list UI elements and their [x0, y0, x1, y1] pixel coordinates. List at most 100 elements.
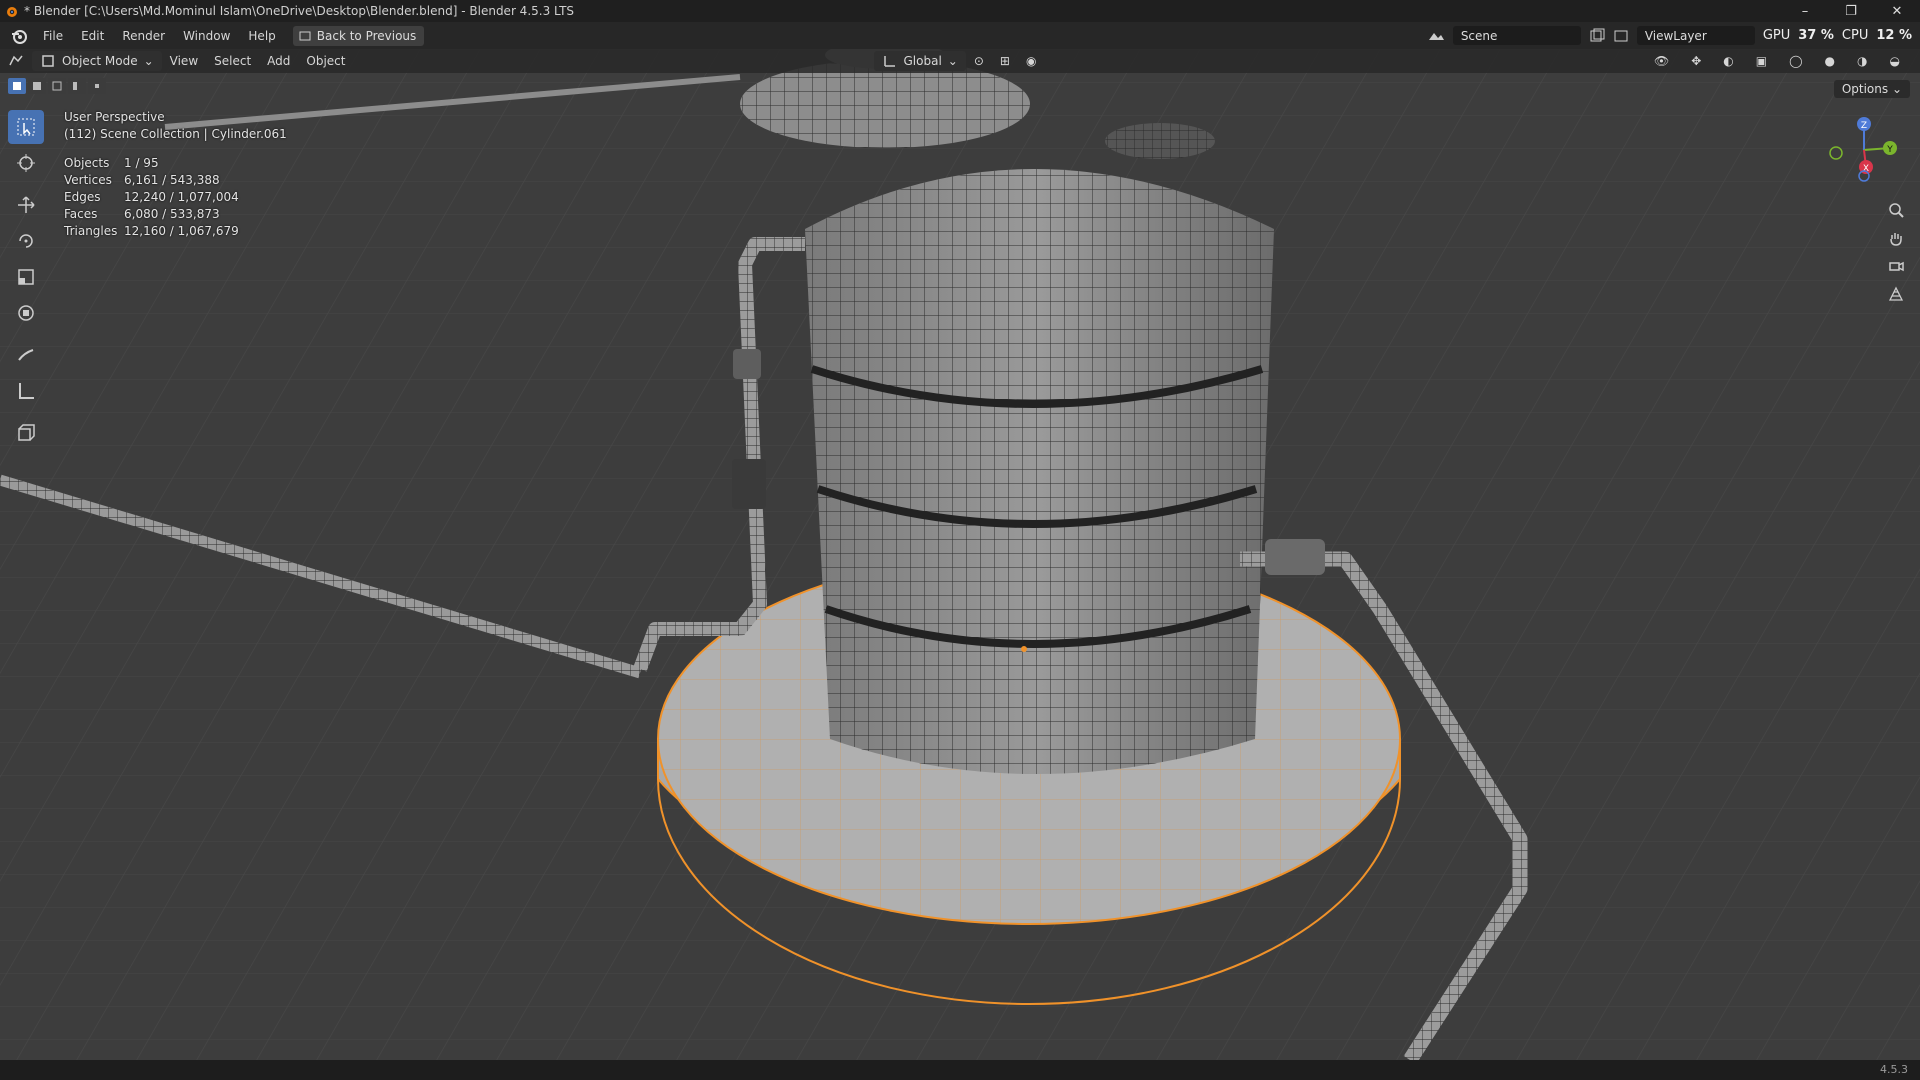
pivot-point-icon[interactable]: ⊙ — [966, 54, 992, 68]
gizmo-neg-y[interactable] — [1829, 146, 1843, 160]
select-box-tool[interactable] — [8, 110, 44, 144]
material-shading-icon[interactable]: ◑ — [1849, 54, 1875, 68]
object-origin — [1021, 646, 1027, 652]
new-scene-icon[interactable] — [1589, 28, 1605, 44]
select-new-mode[interactable] — [8, 78, 26, 94]
pan-hand-icon[interactable] — [1884, 224, 1908, 252]
select-intersect-mode[interactable] — [88, 78, 106, 94]
viewlayer-selector[interactable]: ViewLayer — [1636, 26, 1755, 45]
select-extend-mode[interactable] — [28, 78, 46, 94]
rendered-shading-icon[interactable]: ◒ — [1882, 54, 1908, 68]
camera-view-icon[interactable] — [1884, 252, 1908, 280]
gpu-label: GPU — [1762, 28, 1791, 43]
scene-statistics: Objects 1 / 95 Vertices 6,161 / 543,388 Ed… — [64, 156, 287, 241]
options-label: Options — [1841, 82, 1889, 96]
scene-name: Scene — [1460, 28, 1498, 43]
stat-label: Triangles — [64, 224, 118, 238]
mode-dropdown[interactable]: Object Mode ⌄ — [32, 51, 162, 71]
annotate-icon — [18, 349, 34, 361]
options-dropdown[interactable]: Options ⌄ — [1833, 80, 1910, 98]
scene-selector[interactable]: Scene — [1452, 26, 1581, 45]
visibility-icon[interactable]: 👁 — [1646, 54, 1677, 68]
editor-type-button[interactable] — [0, 53, 32, 69]
annotate-tool[interactable] — [8, 338, 44, 372]
scale-tool[interactable] — [8, 260, 44, 294]
cursor-tool[interactable] — [8, 146, 44, 180]
viewport-info-overlay: User Perspective (112) Scene Collection … — [64, 110, 287, 241]
active-object-label: (112) Scene Collection | Cylinder.061 — [64, 127, 287, 141]
menu-file[interactable]: File — [34, 29, 72, 43]
orientation-icon — [883, 56, 895, 67]
maximize-button[interactable]: ❐ — [1828, 0, 1874, 22]
object-mode-icon — [42, 55, 54, 67]
move-tool[interactable] — [8, 188, 44, 222]
blender-menu-icon[interactable] — [10, 27, 28, 45]
header-menu-object[interactable]: Object — [298, 54, 353, 68]
minimize-button[interactable]: – — [1782, 0, 1828, 22]
select-invert-mode[interactable] — [68, 78, 86, 94]
close-button[interactable]: ✕ — [1874, 0, 1920, 22]
stat-label: Edges — [64, 190, 101, 204]
snap-icon[interactable]: ⊞ — [992, 54, 1018, 68]
move-icon — [18, 196, 35, 213]
menu-help[interactable]: Help — [239, 29, 284, 43]
viewlayer-name: ViewLayer — [1644, 28, 1707, 43]
camera-icon-glyph — [1889, 261, 1904, 272]
menu-edit[interactable]: Edit — [72, 29, 113, 43]
solid-shading-icon[interactable]: ● — [1817, 54, 1843, 68]
menu-render[interactable]: Render — [113, 29, 174, 43]
selection-mode-buttons — [8, 78, 106, 94]
stat-label: Vertices — [64, 173, 112, 187]
select-cursor-icon — [17, 118, 35, 136]
stat-label: Objects — [64, 156, 110, 170]
chevron-down-icon: ⌄ — [947, 54, 958, 68]
select-intersect-icon — [95, 84, 99, 88]
select-subtract-icon — [52, 81, 62, 91]
xray-toggle-icon[interactable]: ▣ — [1748, 54, 1775, 68]
view-perspective-label: User Perspective — [64, 110, 165, 124]
ortho-toggle-icon[interactable] — [1884, 280, 1908, 308]
header-menu-view[interactable]: View — [162, 54, 206, 68]
zoom-icon[interactable] — [1884, 196, 1908, 224]
select-invert-icon — [73, 82, 77, 90]
top-menubar: File Edit Render Window Help Back to Pre… — [0, 22, 1920, 49]
editor-type-icon — [9, 55, 23, 66]
navigation-gizmo[interactable]: Z Y X — [1828, 112, 1898, 192]
grid-icon-glyph — [1888, 286, 1904, 301]
stat-value: 6,080 / 533,873 — [124, 207, 220, 221]
water-tank — [805, 123, 1274, 774]
measure-tool[interactable] — [8, 374, 44, 408]
select-subtract-mode[interactable] — [48, 78, 66, 94]
back-to-previous-button[interactable]: Back to Previous — [292, 25, 425, 46]
cpu-label: CPU — [1841, 28, 1869, 43]
blender-logo-icon — [7, 7, 17, 17]
viewlayer-icon[interactable] — [1613, 28, 1629, 44]
gizmo-toggle-icon[interactable]: ✥ — [1683, 54, 1709, 68]
transform-tool[interactable] — [8, 296, 44, 330]
add-cube-icon — [18, 424, 35, 441]
cursor-icon — [17, 154, 35, 172]
select-extend-icon — [33, 82, 41, 90]
gizmo-z-label: Z — [1861, 121, 1867, 131]
transform-orientation-dropdown[interactable]: Global ⌄ — [873, 51, 966, 71]
stat-value: 6,161 / 543,388 — [124, 173, 220, 187]
header-menu-select[interactable]: Select — [206, 54, 259, 68]
hand-icon-glyph — [1890, 233, 1902, 246]
add-cube-tool[interactable] — [8, 416, 44, 450]
3d-viewport[interactable] — [0, 49, 1920, 1060]
gpu-usage: 37 % — [1798, 28, 1834, 43]
header-menu-add[interactable]: Add — [259, 54, 298, 68]
scene-icon[interactable] — [1427, 28, 1445, 44]
transform-icon — [18, 305, 34, 321]
navigation-tools — [1884, 196, 1908, 308]
rotate-tool[interactable] — [8, 224, 44, 258]
proportional-edit-icon[interactable]: ◉ — [1018, 54, 1044, 68]
stat-value: 12,160 / 1,067,679 — [124, 224, 239, 238]
rotate-icon — [19, 234, 33, 248]
orientation-label: Global — [903, 54, 942, 68]
cpu-usage: 12 % — [1876, 28, 1912, 43]
measure-icon — [19, 383, 34, 399]
overlay-toggle-icon[interactable]: ◐ — [1715, 54, 1741, 68]
menu-window[interactable]: Window — [174, 29, 239, 43]
wireframe-shading-icon[interactable]: ◯ — [1781, 54, 1810, 68]
